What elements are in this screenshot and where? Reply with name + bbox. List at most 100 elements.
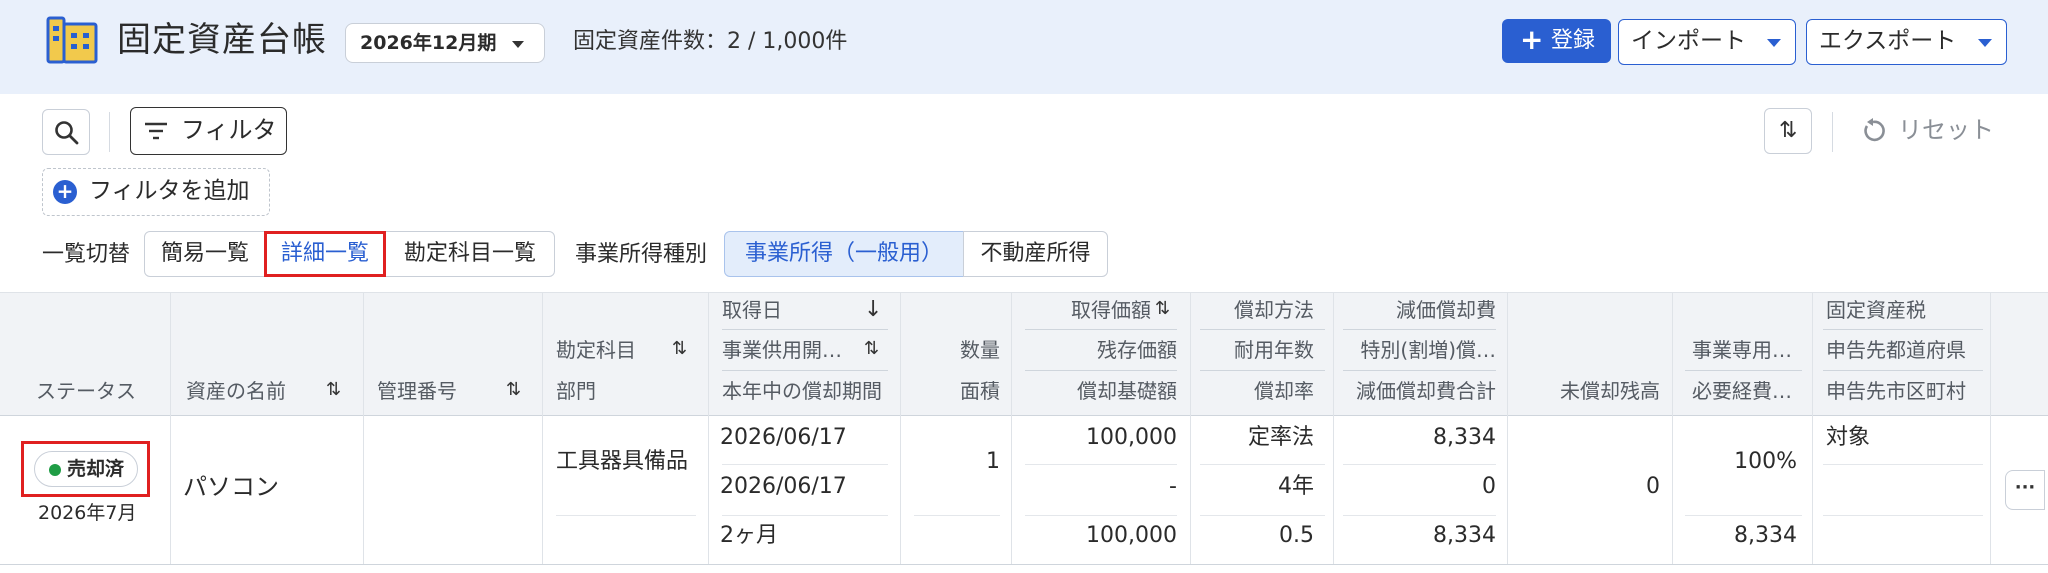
col-prefecture: 申告先都道府県 — [1826, 338, 1966, 362]
col-department: 部門 — [556, 379, 596, 403]
column-divider — [708, 292, 709, 564]
residual-value-cell: - — [1169, 474, 1177, 499]
unamortized-cell: 0 — [1646, 474, 1660, 499]
income-type-label: 事業所得種別 — [575, 242, 708, 267]
view-account-tab[interactable]: 勘定科目一覧 — [385, 231, 555, 277]
status-cell-highlight: 売却済 — [21, 441, 150, 497]
income-type-business-tab[interactable]: 事業所得（一般用） — [724, 231, 964, 277]
more-horizontal-icon: ··· — [2014, 477, 2036, 498]
search-icon — [55, 121, 79, 145]
col-method: 償却方法 — [1234, 298, 1314, 322]
header-subline — [1200, 370, 1325, 371]
col-area: 面積 — [960, 379, 1000, 403]
export-label: エクスポート — [1819, 28, 1957, 54]
period-select[interactable]: 2026年12月期 — [345, 23, 545, 63]
chevron-down-icon — [1767, 39, 1781, 47]
quantity-cell: 1 — [986, 449, 1000, 474]
col-asset-name[interactable]: 資産の名前 — [186, 377, 286, 405]
useful-life-cell: 4年 — [1278, 474, 1314, 499]
col-depreciation-base: 償却基礎額 — [1077, 379, 1177, 403]
view-switch-label: 一覧切替 — [42, 242, 131, 267]
divider — [1832, 112, 1833, 152]
depreciation-base-cell: 100,000 — [1086, 523, 1177, 548]
row-more-button[interactable]: ··· — [2005, 470, 2045, 510]
column-divider — [1990, 292, 1991, 564]
column-divider — [542, 292, 543, 564]
filter-label: フィルタ — [181, 116, 277, 144]
status-badge: 売却済 — [34, 451, 138, 487]
col-quantity: 数量 — [960, 338, 1000, 362]
asset-name-cell[interactable]: パソコン — [183, 471, 279, 503]
sort-icon[interactable]: ⇅ — [864, 336, 879, 362]
depreciation-total-cell: 8,334 — [1433, 523, 1496, 548]
col-status: ステータス — [36, 379, 136, 403]
col-management-no[interactable]: 管理番号 — [377, 377, 457, 405]
asset-count: 固定資産件数：2 / 1,000件 — [573, 29, 848, 54]
chevron-down-icon — [1978, 39, 1992, 47]
period-value: 2026年12月期 — [360, 32, 497, 54]
status-dot-icon — [49, 464, 61, 476]
import-label: インポート — [1631, 28, 1746, 54]
register-button[interactable]: + 登録 — [1502, 19, 1611, 63]
column-divider — [1333, 292, 1334, 564]
service-start-cell: 2026/06/17 — [720, 474, 847, 499]
status-date: 2026年7月 — [38, 502, 137, 524]
col-business-ratio: 事業専用… — [1692, 338, 1792, 362]
sort-icon[interactable]: ⇅ — [506, 377, 521, 403]
header-subline — [1823, 370, 1983, 371]
column-divider — [900, 292, 901, 564]
header-subline — [1685, 370, 1802, 371]
arrow-down-icon[interactable]: ↓ — [864, 297, 882, 323]
col-property-tax: 固定資産税 — [1826, 298, 1926, 322]
reset-button[interactable]: リセット — [1860, 111, 1994, 149]
divider — [109, 112, 110, 152]
col-account[interactable]: 勘定科目 — [556, 336, 636, 364]
row-subline — [1823, 464, 1983, 465]
col-period-in-year: 本年中の償却期間 — [722, 379, 882, 403]
row-subline — [1343, 464, 1496, 465]
row-subline — [1343, 515, 1496, 516]
reset-icon — [1864, 118, 1885, 142]
col-unamortized: 未償却残高 — [1560, 379, 1660, 403]
header-subline — [1025, 329, 1177, 330]
column-divider — [170, 292, 171, 564]
sort-icon[interactable]: ⇅ — [672, 336, 687, 362]
import-button[interactable]: インポート — [1618, 19, 1796, 65]
sort-button[interactable]: ⇅ — [1764, 108, 1812, 154]
ledger-icon — [46, 16, 98, 64]
acquisition-date-cell: 2026/06/17 — [720, 425, 847, 450]
col-acquisition-date[interactable]: 取得日 — [722, 296, 782, 324]
header-subline — [722, 329, 888, 330]
col-service-start[interactable]: 事業供用開… — [722, 336, 842, 364]
search-button[interactable] — [42, 109, 90, 155]
col-acquisition-cost[interactable]: 取得価額 — [1025, 296, 1151, 324]
sort-icon[interactable]: ⇅ — [326, 377, 341, 403]
page-title: 固定資産台帳 — [117, 20, 327, 60]
rate-cell: 0.5 — [1279, 523, 1314, 548]
register-label: 登録 — [1551, 28, 1596, 53]
column-divider — [1011, 292, 1012, 564]
sort-icon[interactable]: ⇅ — [1155, 296, 1170, 322]
period-in-year-cell: 2ヶ月 — [720, 523, 778, 548]
col-depreciation: 減価償却費 — [1396, 298, 1496, 322]
row-subline — [1685, 515, 1802, 516]
filter-button[interactable]: フィルタ — [130, 107, 287, 155]
row-subline — [914, 515, 1000, 516]
add-filter-label: フィルタを追加 — [89, 178, 250, 204]
view-simple-tab[interactable]: 簡易一覧 — [144, 231, 266, 277]
row-subline — [1200, 515, 1325, 516]
column-divider — [1507, 292, 1508, 564]
header-subline — [1823, 329, 1983, 330]
col-residual-value: 残存価額 — [1097, 338, 1177, 362]
add-filter-button[interactable]: + フィルタを追加 — [42, 168, 270, 216]
row-subline — [1823, 515, 1983, 516]
col-special-depreciation: 特別(割増)償… — [1360, 338, 1496, 362]
table-header: ステータス 資産の名前 ⇅ 管理番号 ⇅ 勘定科目 ⇅ 部門 取得日 ↓ 事業供… — [0, 292, 2048, 416]
plus-icon: + — [1520, 23, 1544, 56]
view-detail-tab[interactable]: 詳細一覧 — [264, 231, 386, 277]
sort-icon: ⇅ — [1779, 118, 1798, 143]
chevron-down-icon — [512, 41, 524, 48]
income-type-realestate-tab[interactable]: 不動産所得 — [963, 231, 1108, 277]
col-expense: 必要経費… — [1692, 379, 1792, 403]
export-button[interactable]: エクスポート — [1806, 19, 2007, 65]
